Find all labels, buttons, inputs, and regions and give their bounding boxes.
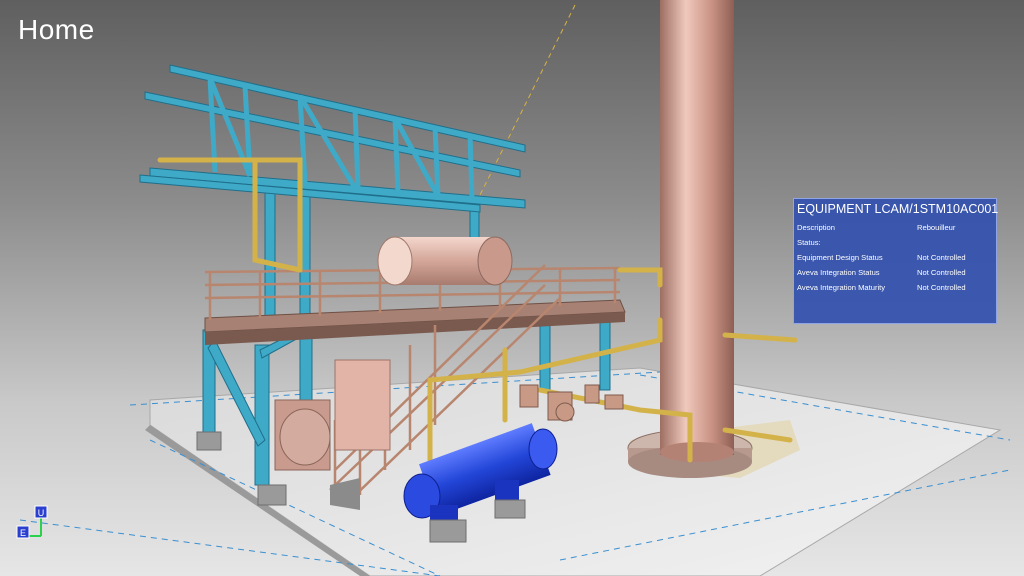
up-axis-label: U bbox=[38, 508, 45, 518]
equipment-info-panel: EQUIPMENT LCAM/1STM10AC001 Description R… bbox=[793, 198, 999, 324]
info-value: Not Controlled bbox=[917, 268, 966, 277]
distillation-column[interactable] bbox=[660, 0, 734, 462]
info-label: Equipment Design Status bbox=[797, 253, 883, 262]
info-label: Aveva Integration Maturity bbox=[797, 283, 886, 292]
info-row-description: Description Rebouilleur bbox=[797, 220, 993, 235]
info-row-integration-maturity: Aveva Integration Maturity Not Controlle… bbox=[797, 280, 993, 295]
page-title: Home bbox=[18, 14, 95, 45]
info-value: Rebouilleur bbox=[917, 223, 956, 232]
drum-vessel bbox=[377, 236, 513, 286]
axis-orientation-widget[interactable]: U E bbox=[14, 504, 54, 544]
axis-guide-line bbox=[469, 4, 576, 216]
info-label: Description bbox=[797, 223, 835, 232]
info-row-integration-status: Aveva Integration Status Not Controlled bbox=[797, 265, 993, 280]
info-row-status: Status: bbox=[797, 235, 993, 250]
info-label: Status: bbox=[797, 238, 821, 247]
info-label: Aveva Integration Status bbox=[797, 268, 880, 277]
info-row-design-status: Equipment Design Status Not Controlled bbox=[797, 250, 993, 265]
info-value: Not Controlled bbox=[917, 253, 966, 262]
info-value: Not Controlled bbox=[917, 283, 966, 292]
equipment-title: EQUIPMENT LCAM/1STM10AC001 bbox=[797, 202, 999, 216]
east-axis-label: E bbox=[20, 528, 26, 538]
